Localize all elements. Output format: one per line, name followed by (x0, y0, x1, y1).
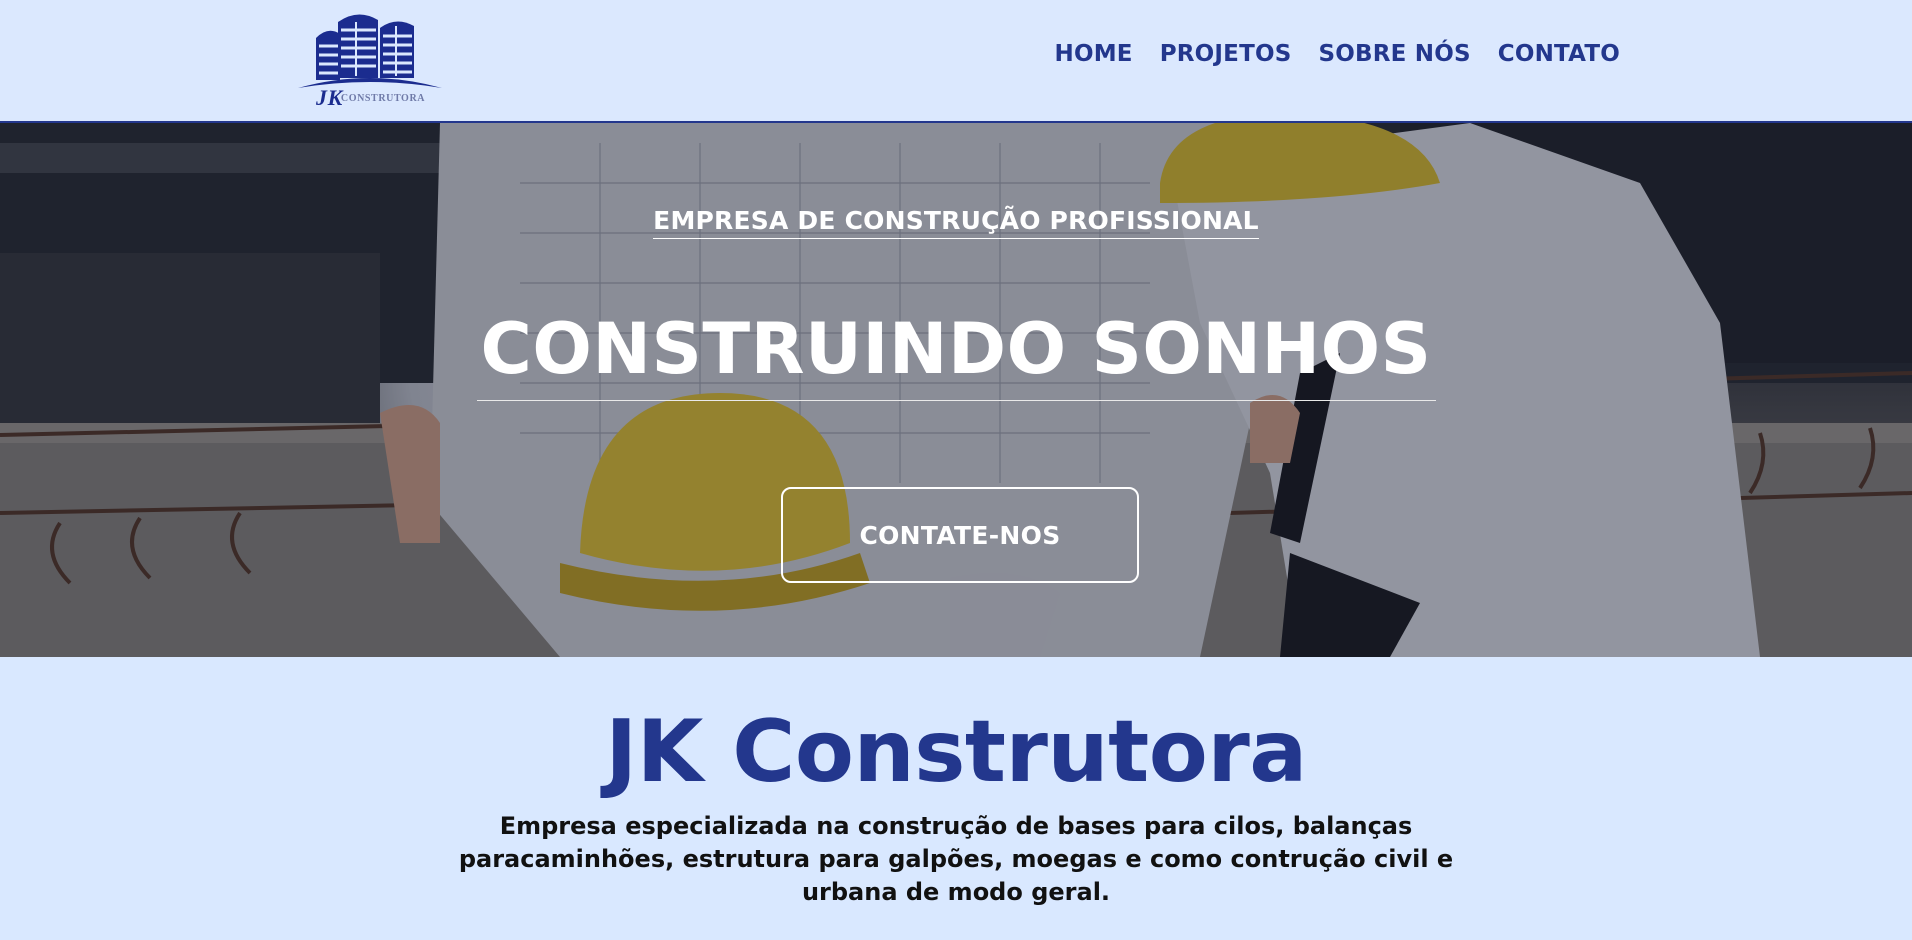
hero-kicker-text: EMPRESA DE CONSTRUÇÃO PROFISSIONAL (653, 206, 1259, 239)
hero-title-text: CONSTRUINDO SONHOS (476, 309, 1436, 401)
about-description: Empresa especializada na construção de b… (458, 812, 1454, 906)
logo-wordmark-text: CONSTRUTORA (340, 93, 426, 104)
company-logo[interactable]: JKCONSTRUTORA (294, 8, 446, 110)
contact-us-button[interactable]: CONTATE-NOS (781, 487, 1139, 583)
hero-kicker: EMPRESA DE CONSTRUÇÃO PROFISSIONAL (0, 206, 1912, 239)
nav-item-home[interactable]: HOME (1055, 41, 1133, 67)
nav-item-sobre-nos[interactable]: SOBRE NÓS (1319, 41, 1471, 67)
logo-wordmark: JKCONSTRUTORA (316, 81, 426, 110)
site-header: JKCONSTRUTORA HOME PROJETOS SOBRE NÓS CO… (0, 0, 1912, 123)
nav-item-contato[interactable]: CONTATO (1498, 41, 1620, 67)
about-section: JK Construtora Empresa especializada na … (0, 657, 1912, 940)
about-title: JK Construtora (605, 702, 1307, 802)
main-nav: HOME PROJETOS SOBRE NÓS CONTATO (1055, 41, 1621, 67)
nav-item-projetos[interactable]: PROJETOS (1160, 41, 1292, 67)
hero-title: CONSTRUINDO SONHOS (0, 309, 1912, 401)
hero-section: EMPRESA DE CONSTRUÇÃO PROFISSIONAL CONST… (0, 123, 1912, 657)
logo-initials: JK (316, 85, 343, 110)
